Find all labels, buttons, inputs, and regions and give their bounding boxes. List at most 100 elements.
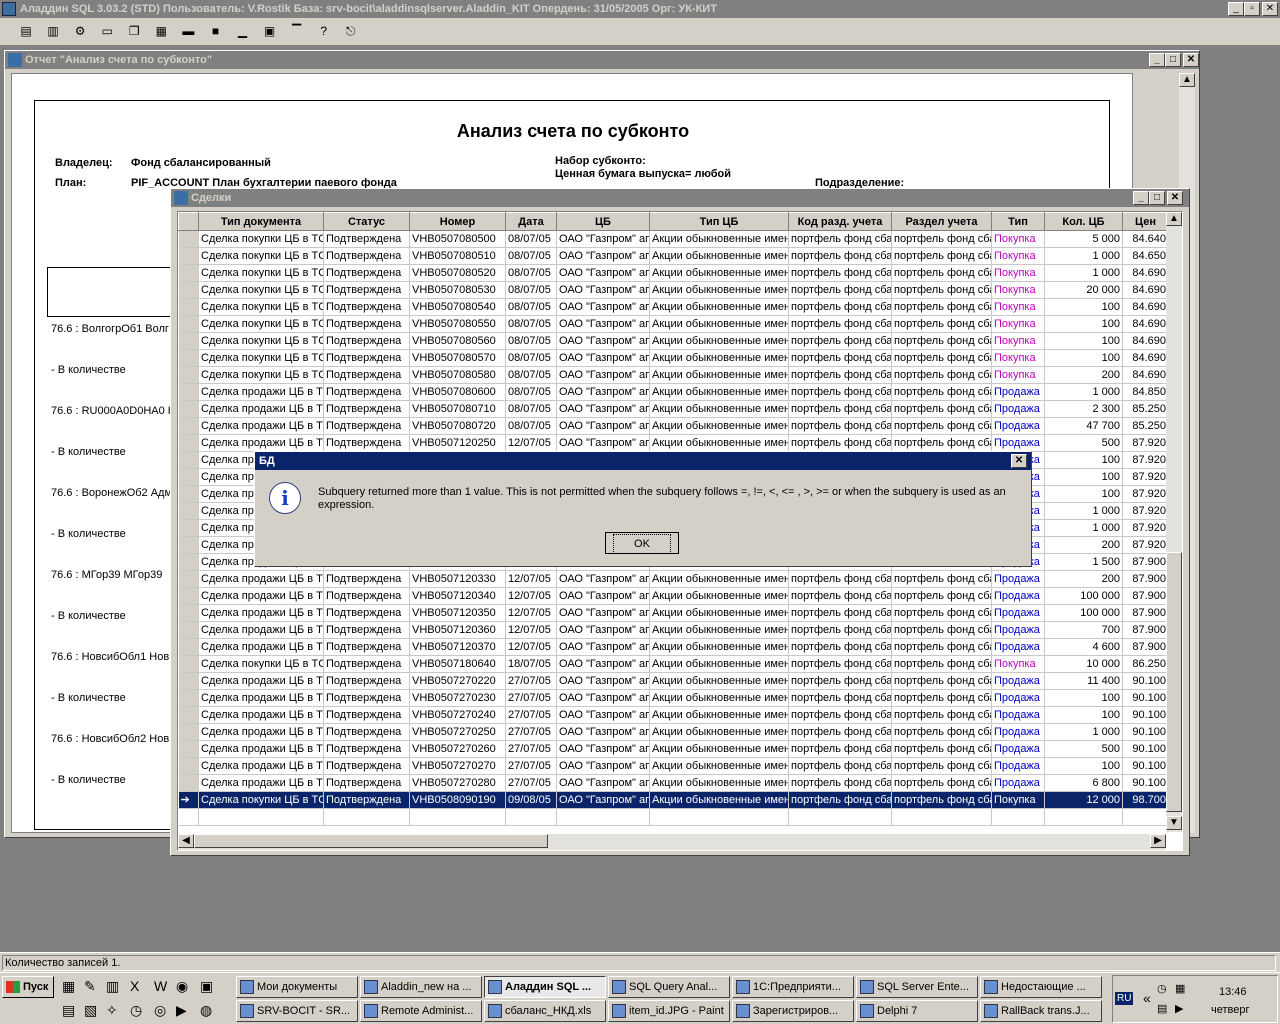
table-cell[interactable]: ОАО "Газпром" ап (556, 587, 650, 605)
table-cell[interactable]: Сделка продажи ЦБ в ТС (198, 383, 324, 401)
table-cell[interactable]: 85.250 (1122, 400, 1169, 418)
table-cell[interactable]: Акции обыкновенные имен (649, 230, 789, 248)
table-cell[interactable]: 08/07/05 (505, 332, 557, 350)
table-cell[interactable]: Подтверждена (323, 587, 410, 605)
table-cell[interactable]: 98.700 (1122, 791, 1169, 809)
table-cell[interactable]: портфель фонд сба (788, 383, 892, 401)
table-cell[interactable]: Акции обыкновенные имен (649, 247, 789, 265)
app-close-button[interactable]: ✕ (1262, 2, 1278, 16)
table-row[interactable]: Сделка покупки ЦБ в ТС Подтверждена VHB050… (178, 655, 1169, 673)
table-cell[interactable]: портфель фонд сба (891, 366, 992, 384)
table-cell[interactable]: портфель фонд сба (788, 366, 892, 384)
table-cell[interactable]: Акции обыкновенные имен (649, 791, 789, 809)
table-cell[interactable]: Подтверждена (323, 655, 410, 673)
table-cell[interactable]: Сделка продажи ЦБ в ТС (198, 774, 324, 792)
row-indicator[interactable] (178, 451, 199, 469)
table-cell[interactable]: ОАО "Газпром" ап (556, 706, 650, 724)
table-cell[interactable]: Акции обыкновенные имен (649, 689, 789, 707)
table-cell[interactable]: 47 700 (1044, 417, 1123, 435)
table-cell[interactable]: портфель фонд сба (891, 723, 992, 741)
table-cell[interactable]: Акции обыкновенные имен (649, 383, 789, 401)
table-cell[interactable]: Акции обыкновенные имен (649, 672, 789, 690)
table-cell[interactable]: 90.100 (1122, 757, 1169, 775)
exit-icon[interactable]: ⎋ (340, 21, 362, 43)
tray-network-icon[interactable]: ▦ (1175, 982, 1185, 995)
table-cell[interactable]: Акции обыкновенные имен (649, 332, 789, 350)
table-cell[interactable]: Покупка (991, 332, 1045, 350)
table-cell[interactable]: VHB0507120360 (409, 621, 506, 639)
table-cell[interactable]: VHB0507270260 (409, 740, 506, 758)
table-cell[interactable]: VHB0507080600 (409, 383, 506, 401)
table-cell[interactable]: ОАО "Газпром" ап (556, 349, 650, 367)
table-cell[interactable]: Подтверждена (323, 366, 410, 384)
table-cell[interactable]: 90.100 (1122, 689, 1169, 707)
table-cell[interactable]: портфель фонд сба (788, 230, 892, 248)
table-cell[interactable]: ОАО "Газпром" ап (556, 774, 650, 792)
table-cell[interactable]: Продажа (991, 570, 1045, 588)
table-cell[interactable]: Подтверждена (323, 757, 410, 775)
column-header[interactable]: Раздел учета (891, 212, 992, 231)
table-cell[interactable]: 18/07/05 (505, 655, 557, 673)
taskbar-button[interactable]: SQL Query Anal... (608, 976, 730, 998)
table-cell[interactable]: 85.250 (1122, 417, 1169, 435)
table-cell[interactable]: VHB0507270280 (409, 774, 506, 792)
table-cell[interactable]: портфель фонд сба (788, 587, 892, 605)
table-cell[interactable]: Сделка покупки ЦБ в ТС (198, 247, 324, 265)
table-cell[interactable]: Акции обыкновенные имен (649, 570, 789, 588)
table-cell[interactable]: Подтверждена (323, 621, 410, 639)
table-cell[interactable]: портфель фонд сба (891, 638, 992, 656)
table-row[interactable]: Сделка покупки ЦБ в ТС Подтверждена VHB050… (178, 230, 1169, 248)
app-restore-button[interactable]: ▫ (1244, 2, 1260, 16)
row-indicator[interactable] (178, 298, 199, 316)
table-cell[interactable]: Акции обыкновенные имен (649, 604, 789, 622)
table-cell[interactable]: ОАО "Газпром" ап (556, 247, 650, 265)
table-cell[interactable]: 27/07/05 (505, 723, 557, 741)
deals-maximize-button[interactable]: □ (1149, 191, 1165, 205)
table-cell[interactable]: Продажа (991, 587, 1045, 605)
column-header[interactable]: Тип (991, 212, 1045, 231)
row-indicator[interactable] (178, 281, 199, 299)
help-icon[interactable]: ? (313, 21, 335, 43)
row-indicator[interactable] (178, 638, 199, 656)
table-cell[interactable]: VHB0507080720 (409, 417, 506, 435)
table-cell[interactable]: 87.900 (1122, 604, 1169, 622)
table-cell[interactable]: 4 600 (1044, 638, 1123, 656)
table-row[interactable]: Сделка продажи ЦБ в ТС Подтверждена VHB050… (178, 587, 1169, 605)
table-cell[interactable]: портфель фонд сба (891, 264, 992, 282)
table-cell[interactable]: Сделка покупки ЦБ в ТС (198, 315, 324, 333)
table-cell[interactable]: VHB0508090190 (409, 791, 506, 809)
table-cell[interactable]: 200 (1044, 570, 1123, 588)
table-cell[interactable]: Продажа (991, 434, 1045, 452)
table-cell[interactable]: 87.900 (1122, 587, 1169, 605)
table-cell[interactable]: 27/07/05 (505, 774, 557, 792)
table-cell[interactable]: Сделка покупки ЦБ в ТС (198, 298, 324, 316)
table-cell[interactable]: 84.690 (1122, 298, 1169, 316)
table-cell[interactable]: VHB0507270230 (409, 689, 506, 707)
table-cell[interactable]: Сделка продажи ЦБ в ТС (198, 604, 324, 622)
table-cell[interactable]: Сделка покупки ЦБ в ТС (198, 655, 324, 673)
row-indicator[interactable] (178, 315, 199, 333)
table-cell[interactable]: 12/07/05 (505, 587, 557, 605)
minus-icon[interactable]: ▁ (232, 21, 254, 43)
row-indicator[interactable] (178, 706, 199, 724)
table-cell[interactable]: VHB0507080560 (409, 332, 506, 350)
table-cell[interactable]: VHB0507120250 (409, 434, 506, 452)
table-cell[interactable]: Акции обыкновенные имен (649, 349, 789, 367)
table-cell[interactable]: VHB0507080570 (409, 349, 506, 367)
table-cell[interactable]: Подтверждена (323, 298, 410, 316)
report-icon[interactable]: ▤ (15, 21, 37, 43)
table-cell[interactable]: Сделка продажи ЦБ в ТС (198, 417, 324, 435)
table-cell[interactable]: портфель фонд сба (788, 604, 892, 622)
row-indicator[interactable] (178, 536, 199, 554)
table-cell[interactable]: Сделка покупки ЦБ в ТС (198, 791, 324, 809)
table-cell[interactable]: 84.690 (1122, 332, 1169, 350)
table-cell[interactable]: Сделка продажи ЦБ в ТС (198, 740, 324, 758)
row-indicator[interactable] (178, 655, 199, 673)
table-cell[interactable]: 500 (1044, 740, 1123, 758)
table-cell[interactable]: Сделка покупки ЦБ в ТС (198, 230, 324, 248)
table-cell[interactable]: Акции обыкновенные имен (649, 315, 789, 333)
row-indicator[interactable] (178, 519, 199, 537)
table-cell[interactable]: портфель фонд сба (891, 332, 992, 350)
table-cell[interactable]: Покупка (991, 349, 1045, 367)
panel-icon[interactable]: ▔ (286, 21, 308, 43)
